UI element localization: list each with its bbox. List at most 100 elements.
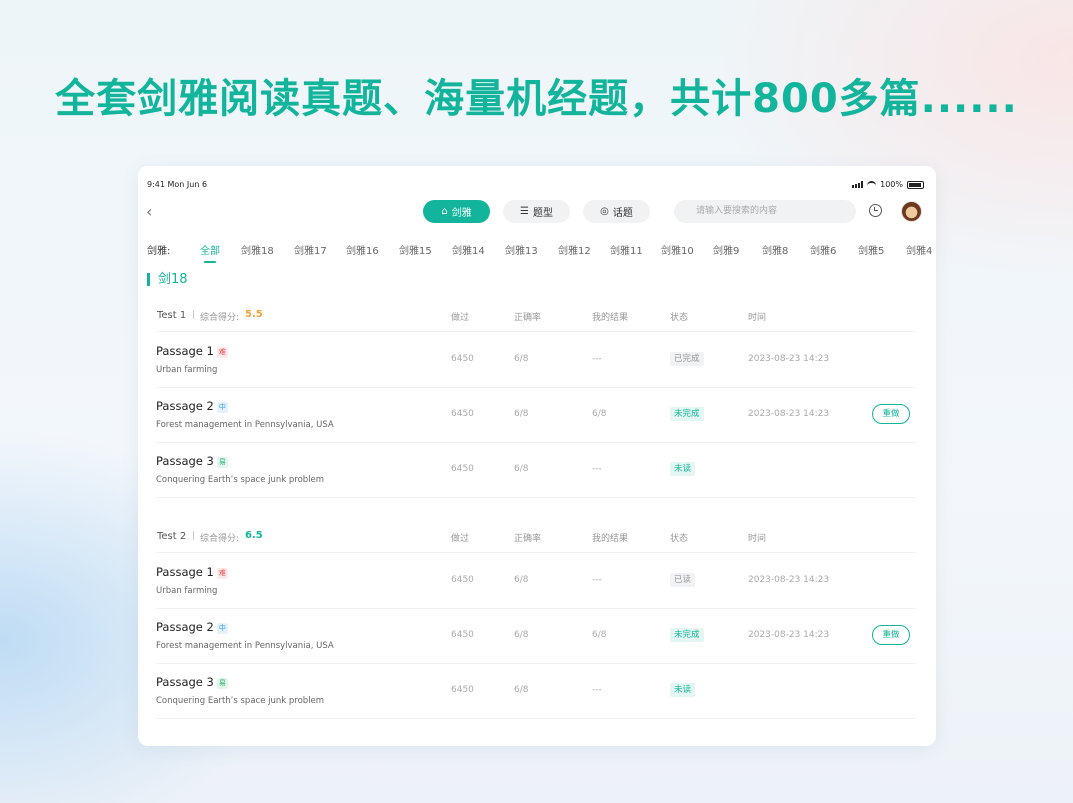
- timestamp: 2023-08-23 14:23: [748, 630, 830, 640]
- test-name: Test 1: [157, 310, 187, 321]
- my-result: 6/8: [592, 630, 607, 640]
- difficulty-badge: 中: [216, 402, 228, 413]
- status-badge: 未完成: [670, 407, 704, 421]
- category-item[interactable]: 剑雅18: [241, 242, 274, 257]
- col-done: 做过: [451, 313, 470, 323]
- back-icon[interactable]: ‹: [146, 204, 160, 220]
- col-accuracy: 正确率: [514, 534, 542, 544]
- difficulty-badge: 难: [216, 347, 228, 358]
- category-item[interactable]: 剑雅9: [713, 242, 739, 257]
- category-item[interactable]: 剑雅11: [610, 242, 643, 257]
- timestamp: 2023-08-23 14:23: [748, 575, 830, 585]
- wifi-icon: [867, 180, 877, 189]
- redo-button[interactable]: 重做: [872, 404, 910, 424]
- my-result: ---: [592, 464, 602, 474]
- category-item[interactable]: 剑雅8: [762, 242, 788, 257]
- passage-subtitle: Urban farming: [156, 586, 218, 596]
- category-item[interactable]: 剑雅13: [505, 242, 538, 257]
- category-item[interactable]: 剑雅15: [399, 242, 432, 257]
- my-result: ---: [592, 354, 602, 364]
- table-row[interactable]: Passage 3易 Conquering Earth’s space junk…: [156, 443, 916, 498]
- category-item[interactable]: 剑雅14: [452, 242, 485, 257]
- building-icon: ⌂: [441, 206, 448, 217]
- category-item[interactable]: 剑雅12: [558, 242, 591, 257]
- passage-title: Passage 3易: [156, 454, 228, 468]
- category-underline: [204, 261, 216, 263]
- search-input[interactable]: 请输入要搜索的内容: [674, 200, 856, 223]
- status-badge: 未完成: [670, 628, 704, 642]
- category-item[interactable]: 剑雅17: [294, 242, 327, 257]
- headline: 全套剑雅阅读真题、海量机经题，共计800多篇......: [55, 76, 1018, 122]
- passage-subtitle: Forest management in Pennsylvania, USA: [156, 641, 334, 651]
- accuracy: 6/8: [514, 354, 529, 364]
- battery-icon: [907, 180, 924, 189]
- tab-cambridge[interactable]: ⌂ 剑雅: [423, 200, 490, 223]
- score-label: 综合得分:: [200, 534, 240, 544]
- status-badge: 已完成: [670, 352, 704, 366]
- passage-subtitle: Conquering Earth’s space junk problem: [156, 475, 325, 485]
- redo-button[interactable]: 重做: [872, 625, 910, 645]
- app-window: 9:41 Mon Jun 6 100% ‹ ⌂ 剑雅 ☰ 题型 ◎ 话题 请输入…: [138, 166, 936, 746]
- tab-question-type[interactable]: ☰ 题型: [503, 200, 570, 223]
- test-name: Test 2: [157, 531, 187, 542]
- col-done: 做过: [451, 534, 470, 544]
- table-row[interactable]: Passage 1难 Urban farming 6450 6/8 --- 已读…: [156, 554, 916, 609]
- my-result: 6/8: [592, 409, 607, 419]
- table-row[interactable]: Passage 3易 Conquering Earth’s space junk…: [156, 664, 916, 719]
- accuracy: 6/8: [514, 575, 529, 585]
- list-icon: ☰: [520, 206, 529, 217]
- score-label: 综合得分:: [200, 313, 240, 323]
- done-count: 6450: [451, 685, 474, 695]
- my-result: ---: [592, 685, 602, 695]
- col-status: 状态: [670, 534, 689, 544]
- col-result: 我的结果: [592, 313, 629, 323]
- category-item[interactable]: 剑雅10: [661, 242, 694, 257]
- test-score: 6.5: [245, 530, 263, 541]
- tab-topic[interactable]: ◎ 话题: [583, 200, 650, 223]
- table-row[interactable]: Passage 2中 Forest management in Pennsylv…: [156, 609, 916, 664]
- difficulty-badge: 中: [216, 623, 228, 634]
- test-score: 5.5: [245, 309, 263, 320]
- passage-title: Passage 3易: [156, 675, 228, 689]
- accuracy: 6/8: [514, 630, 529, 640]
- passage-title: Passage 2中: [156, 620, 228, 634]
- accuracy: 6/8: [514, 685, 529, 695]
- col-time: 时间: [748, 313, 767, 323]
- col-result: 我的结果: [592, 534, 629, 544]
- passage-title: Passage 1难: [156, 565, 228, 579]
- done-count: 6450: [451, 575, 474, 585]
- status-badge: 已读: [670, 573, 696, 587]
- timestamp: 2023-08-23 14:23: [748, 409, 830, 419]
- passage-subtitle: Forest management in Pennsylvania, USA: [156, 420, 334, 430]
- history-icon[interactable]: [869, 204, 882, 217]
- status-badge: 未读: [670, 683, 696, 697]
- done-count: 6450: [451, 464, 474, 474]
- accuracy: 6/8: [514, 409, 529, 419]
- avatar[interactable]: [901, 201, 922, 222]
- category-item[interactable]: 剑雅16: [346, 242, 379, 257]
- passage-title: Passage 2中: [156, 399, 228, 413]
- timestamp: 2023-08-23 14:23: [748, 354, 830, 364]
- signal-icon: [852, 181, 864, 188]
- category-item[interactable]: 剑雅6: [810, 242, 836, 257]
- status-bar: 9:41 Mon Jun 6 100%: [138, 180, 936, 192]
- my-result: ---: [592, 575, 602, 585]
- table-row[interactable]: Passage 2中 Forest management in Pennsylv…: [156, 388, 916, 443]
- chat-icon: ◎: [600, 206, 609, 217]
- done-count: 6450: [451, 630, 474, 640]
- col-status: 状态: [670, 313, 689, 323]
- passage-subtitle: Conquering Earth’s space junk problem: [156, 696, 325, 706]
- category-item[interactable]: 全部: [200, 242, 220, 257]
- done-count: 6450: [451, 354, 474, 364]
- passage-subtitle: Urban farming: [156, 365, 218, 375]
- status-time: 9:41 Mon Jun 6: [147, 180, 208, 189]
- accuracy: 6/8: [514, 464, 529, 474]
- passage-title: Passage 1难: [156, 344, 228, 358]
- status-badge: 未读: [670, 462, 696, 476]
- col-accuracy: 正确率: [514, 313, 542, 323]
- table-row[interactable]: Passage 1难 Urban farming 6450 6/8 --- 已完…: [156, 333, 916, 388]
- difficulty-badge: 难: [216, 568, 228, 579]
- category-item[interactable]: 剑雅4: [906, 242, 932, 257]
- category-bar: 剑雅: 全部 剑雅18 剑雅17 剑雅16 剑雅15 剑雅14 剑雅13 剑雅1…: [138, 242, 936, 257]
- category-item[interactable]: 剑雅5: [858, 242, 884, 257]
